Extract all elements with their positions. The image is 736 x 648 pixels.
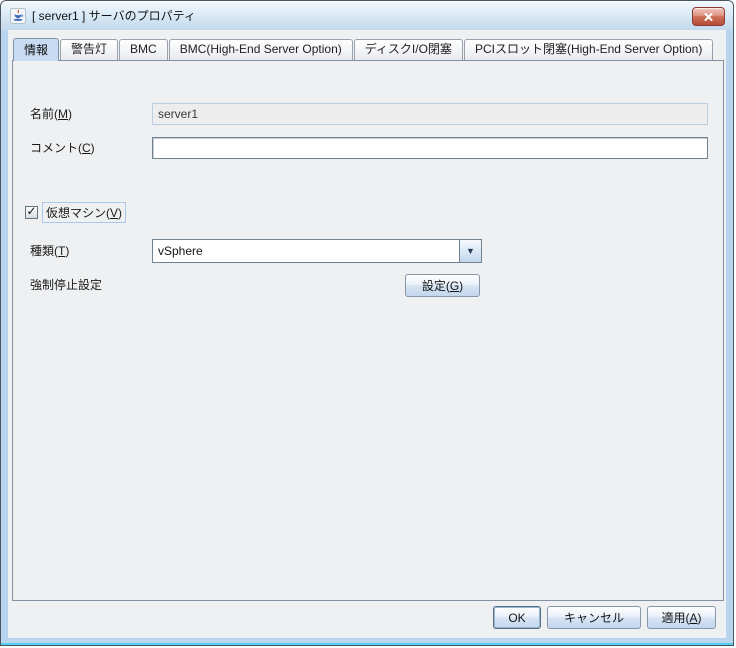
virtual-machine-checkbox-label[interactable]: 仮想マシン(V) — [42, 202, 126, 223]
tab-warning-light[interactable]: 警告灯 — [60, 39, 118, 60]
ok-button[interactable]: OK — [493, 606, 541, 629]
virtual-machine-row: ✓ 仮想マシン(V) — [25, 202, 126, 222]
tab-panel-info: 名前(M) コメント(C) ✓ 仮想マシン(V) 種類(T) vSphere ▼… — [12, 60, 724, 601]
name-label: 名前(M) — [30, 103, 72, 125]
server-properties-window: [ server1 ] サーバのプロパティ 情報 警告灯 BMC BMC(Hig… — [0, 0, 734, 646]
apply-button[interactable]: 適用(A) — [647, 606, 716, 629]
forced-stop-settings-button[interactable]: 設定(G) — [405, 274, 480, 297]
comment-label: コメント(C) — [30, 137, 95, 159]
name-input — [152, 103, 708, 125]
check-icon: ✓ — [26, 205, 36, 217]
tab-pci-slot-blockage[interactable]: PCIスロット閉塞(High-End Server Option) — [464, 39, 713, 60]
comment-input[interactable] — [152, 137, 708, 159]
virtual-machine-checkbox[interactable]: ✓ — [25, 206, 38, 219]
dialog-content: 情報 警告灯 BMC BMC(High-End Server Option) デ… — [8, 30, 726, 638]
frame-bottom-accent — [1, 643, 733, 645]
cancel-button[interactable]: キャンセル — [547, 606, 641, 629]
combo-arrow-icon: ▼ — [466, 246, 475, 256]
combo-arrow-button[interactable]: ▼ — [459, 240, 481, 262]
titlebar: [ server1 ] サーバのプロパティ — [1, 1, 733, 30]
forced-stop-label: 強制停止設定 — [30, 274, 102, 297]
tab-bmc-high-end[interactable]: BMC(High-End Server Option) — [169, 39, 353, 60]
type-select-value: vSphere — [153, 240, 459, 262]
close-button[interactable] — [692, 7, 725, 26]
tab-info[interactable]: 情報 — [13, 38, 59, 61]
tab-bar: 情報 警告灯 BMC BMC(High-End Server Option) デ… — [13, 38, 714, 61]
tab-disk-io-blockage[interactable]: ディスクI/O閉塞 — [354, 39, 463, 60]
type-label: 種類(T) — [30, 239, 69, 263]
close-icon — [704, 9, 713, 24]
footer-button-bar: OK キャンセル 適用(A) — [493, 606, 716, 629]
java-cup-icon — [10, 8, 26, 24]
tab-bmc[interactable]: BMC — [119, 39, 168, 60]
type-select[interactable]: vSphere ▼ — [152, 239, 482, 263]
window-title: [ server1 ] サーバのプロパティ — [32, 7, 196, 24]
